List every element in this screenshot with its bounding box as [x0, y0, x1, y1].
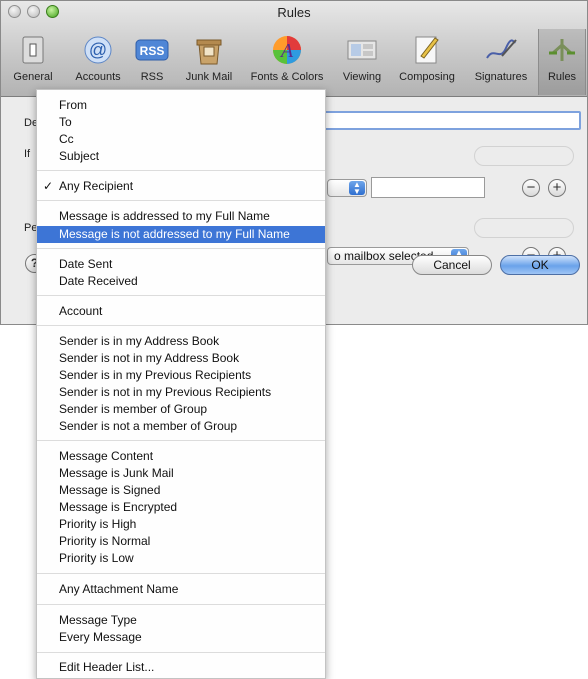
cancel-button[interactable]: Cancel — [412, 255, 492, 275]
svg-text:A: A — [279, 40, 294, 62]
menu-item-priority-low[interactable]: Priority is Low — [37, 550, 325, 567]
toolbar-rss[interactable]: RSS RSS — [131, 31, 173, 87]
rss-icon: RSS — [135, 33, 169, 67]
composing-icon — [410, 33, 444, 67]
menu-separator — [37, 652, 325, 653]
add-condition-button[interactable]: + — [548, 179, 566, 197]
title-bar: Rules General @ Accounts RSS RSS Junk Ma… — [1, 1, 587, 97]
menu-item-addressed-full-name[interactable]: Message is addressed to my Full Name — [37, 208, 325, 225]
menu-item-cc[interactable]: Cc — [37, 131, 325, 148]
menu-item-date-received[interactable]: Date Received — [37, 273, 325, 290]
menu-item-priority-normal[interactable]: Priority is Normal — [37, 533, 325, 550]
remove-condition-button[interactable]: − — [522, 179, 540, 197]
menu-item-sender-not-in-previous-recipients[interactable]: Sender is not in my Previous Recipients — [37, 384, 325, 401]
menu-separator — [37, 170, 325, 171]
menu-separator — [37, 440, 325, 441]
menu-item-from[interactable]: From — [37, 97, 325, 114]
menu-item-sender-not-in-address-book[interactable]: Sender is not in my Address Book — [37, 350, 325, 367]
menu-item-any-attachment-name[interactable]: Any Attachment Name — [37, 581, 325, 598]
if-label: If — [24, 148, 31, 160]
menu-item-account[interactable]: Account — [37, 303, 325, 320]
svg-text:RSS: RSS — [140, 44, 165, 58]
menu-item-every-message[interactable]: Every Message — [37, 629, 325, 646]
menu-item-to[interactable]: To — [37, 114, 325, 131]
menu-item-sender-in-address-book[interactable]: Sender is in my Address Book — [37, 333, 325, 350]
svg-text:@: @ — [89, 40, 107, 60]
window-title: Rules — [277, 5, 311, 20]
menu-item-priority-high[interactable]: Priority is High — [37, 516, 325, 533]
menu-item-message-content[interactable]: Message Content — [37, 448, 325, 465]
condition-field-menu: From To Cc Subject ✓ Any Recipient Messa… — [36, 89, 326, 679]
toolbar-viewing[interactable]: Viewing — [335, 31, 389, 87]
rules-icon — [545, 33, 579, 67]
menu-item-sender-member-of-group[interactable]: Sender is member of Group — [37, 401, 325, 418]
menu-item-message-junk-mail[interactable]: Message is Junk Mail — [37, 465, 325, 482]
menu-separator — [37, 248, 325, 249]
menu-item-subject[interactable]: Subject — [37, 148, 325, 165]
menu-item-sender-in-previous-recipients[interactable]: Sender is in my Previous Recipients — [37, 367, 325, 384]
viewing-icon — [345, 33, 379, 67]
menu-separator — [37, 604, 325, 605]
ok-button[interactable]: OK — [500, 255, 580, 275]
menu-item-date-sent[interactable]: Date Sent — [37, 256, 325, 273]
toolbar-accounts[interactable]: @ Accounts — [67, 31, 129, 87]
popup-arrows-icon: ▲▼ — [349, 181, 365, 196]
toolbar-composing[interactable]: Composing — [391, 31, 463, 87]
condition-operator-popup[interactable]: ▲ ▼ — [327, 179, 367, 197]
junk-mail-icon — [192, 33, 226, 67]
toolbar-rules[interactable]: Rules — [538, 29, 586, 95]
menu-item-message-encrypted[interactable]: Message is Encrypted — [37, 499, 325, 516]
menu-item-message-signed[interactable]: Message is Signed — [37, 482, 325, 499]
toolbar-signatures[interactable]: Signatures — [466, 31, 536, 87]
menu-separator — [37, 295, 325, 296]
toolbar-fonts-colors[interactable]: A Fonts & Colors — [243, 31, 331, 87]
edit-button-disabled — [474, 146, 574, 166]
accounts-icon: @ — [81, 33, 115, 67]
fonts-colors-icon: A — [270, 33, 304, 67]
menu-separator — [37, 200, 325, 201]
menu-separator — [37, 325, 325, 326]
menu-item-any-recipient[interactable]: ✓ Any Recipient — [37, 178, 325, 195]
toolbar-general[interactable]: General — [3, 31, 63, 87]
menu-item-message-type[interactable]: Message Type — [37, 612, 325, 629]
signatures-icon — [484, 33, 518, 67]
menu-item-not-addressed-full-name[interactable]: Message is not addressed to my Full Name — [37, 226, 325, 243]
menu-separator — [37, 573, 325, 574]
menu-item-sender-not-member-of-group[interactable]: Sender is not a member of Group — [37, 418, 325, 435]
general-icon — [16, 33, 50, 67]
toolbar-junk-mail[interactable]: Junk Mail — [177, 31, 241, 87]
remove-button-disabled — [474, 218, 574, 238]
menu-item-edit-header-list[interactable]: Edit Header List... — [37, 659, 325, 676]
checkmark-icon: ✓ — [43, 179, 54, 193]
condition-value-field[interactable] — [371, 177, 485, 198]
